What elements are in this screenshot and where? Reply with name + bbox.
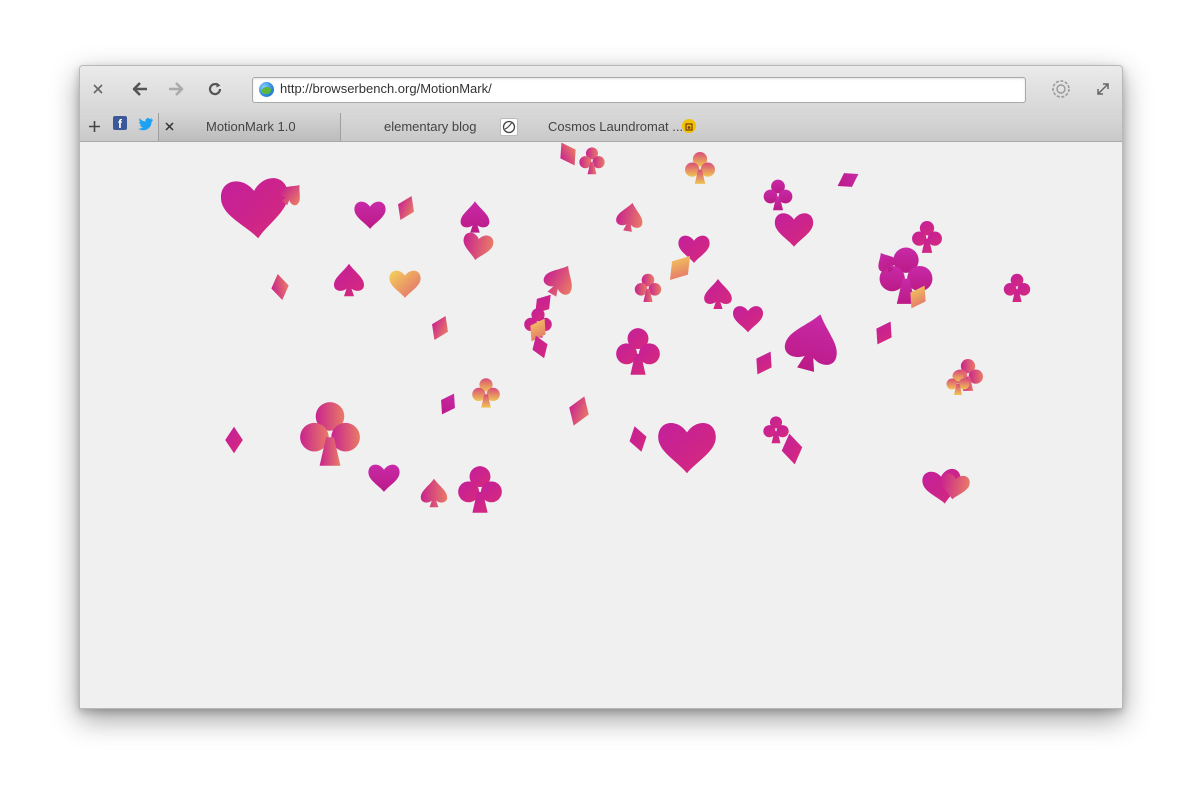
diamond-symbol bbox=[435, 389, 461, 419]
reload-button[interactable] bbox=[203, 77, 227, 101]
fullscreen-icon bbox=[1097, 83, 1109, 95]
club-symbol bbox=[1003, 273, 1031, 302]
spade-symbol bbox=[704, 279, 732, 309]
forward-button[interactable] bbox=[164, 77, 188, 101]
new-tab-button[interactable] bbox=[85, 117, 103, 135]
club-symbol bbox=[685, 152, 715, 184]
globe-icon bbox=[259, 82, 274, 97]
diamond-symbol bbox=[392, 192, 420, 224]
diamond-symbol bbox=[749, 347, 779, 379]
motionmark-canvas bbox=[80, 142, 1122, 708]
heart-symbol bbox=[354, 201, 386, 229]
tab-close-icon[interactable] bbox=[165, 118, 174, 134]
heart-symbol bbox=[733, 306, 763, 333]
tab-label: Cosmos Laundromat ... bbox=[548, 119, 684, 134]
address-bar[interactable]: http://browserbench.org/MotionMark/ bbox=[252, 77, 1026, 103]
diamond-symbol bbox=[269, 272, 291, 302]
spade-symbol bbox=[420, 478, 448, 508]
plus-icon bbox=[88, 120, 100, 132]
heart-symbol bbox=[460, 231, 495, 263]
twitter-icon bbox=[138, 118, 153, 131]
back-button[interactable] bbox=[128, 77, 152, 101]
facebook-icon[interactable]: f bbox=[113, 116, 127, 131]
heart-symbol bbox=[658, 422, 716, 474]
diamond-symbol bbox=[426, 312, 454, 344]
club-symbol bbox=[458, 466, 502, 513]
club-symbol bbox=[763, 179, 793, 211]
spade-symbol bbox=[614, 200, 646, 234]
spade-symbol bbox=[460, 201, 490, 233]
tab-motionmark[interactable]: MotionMark 1.0 bbox=[158, 113, 341, 141]
club-symbol bbox=[472, 378, 500, 408]
url-text[interactable]: http://browserbench.org/MotionMark/ bbox=[280, 81, 492, 96]
club-symbol bbox=[300, 402, 360, 466]
settings-button[interactable] bbox=[1049, 77, 1073, 101]
club-symbol bbox=[912, 221, 942, 253]
tab-label: MotionMark 1.0 bbox=[206, 119, 296, 134]
diamond-symbol bbox=[563, 392, 595, 430]
tab-label: elementary blog bbox=[384, 119, 477, 134]
spade-symbol bbox=[780, 307, 846, 377]
tab-cosmos-laundromat[interactable]: Cosmos Laundromat ... bbox=[545, 113, 705, 141]
club-symbol bbox=[579, 147, 605, 175]
spade-symbol bbox=[334, 263, 364, 297]
cosmos-favicon bbox=[682, 119, 696, 133]
toolbar: http://browserbench.org/MotionMark/ bbox=[80, 66, 1122, 114]
tab-bar: f MotionMark 1.0 elementary blog Cosmos … bbox=[80, 113, 1122, 142]
browser-window: http://browserbench.org/MotionMark/ f Mo… bbox=[79, 65, 1123, 709]
close-icon bbox=[93, 84, 103, 94]
close-icon bbox=[165, 122, 174, 131]
diamond-symbol bbox=[626, 423, 650, 455]
club-symbol bbox=[634, 273, 662, 302]
gear-icon bbox=[1052, 80, 1070, 98]
diamond-symbol bbox=[869, 317, 899, 349]
fullscreen-button[interactable] bbox=[1091, 77, 1115, 101]
spade-symbol bbox=[538, 258, 582, 302]
back-arrow-icon bbox=[132, 82, 147, 96]
heart-symbol bbox=[774, 213, 814, 247]
heart-symbol bbox=[368, 464, 400, 492]
club-symbol bbox=[616, 328, 660, 375]
reload-icon bbox=[208, 82, 222, 96]
heart-symbol bbox=[389, 270, 421, 298]
suits-canvas bbox=[219, 142, 1031, 513]
diamond-symbol bbox=[833, 167, 863, 193]
diamond-symbol bbox=[553, 142, 583, 170]
close-window-button[interactable] bbox=[86, 77, 110, 101]
elementary-favicon bbox=[500, 118, 518, 136]
tab-elementary-blog[interactable]: elementary blog bbox=[380, 113, 520, 141]
forward-arrow-icon bbox=[169, 82, 184, 96]
diamond-symbol bbox=[225, 426, 243, 454]
club-symbol bbox=[763, 416, 789, 444]
twitter-bookmark[interactable] bbox=[137, 115, 155, 133]
heart-symbol bbox=[219, 176, 292, 242]
